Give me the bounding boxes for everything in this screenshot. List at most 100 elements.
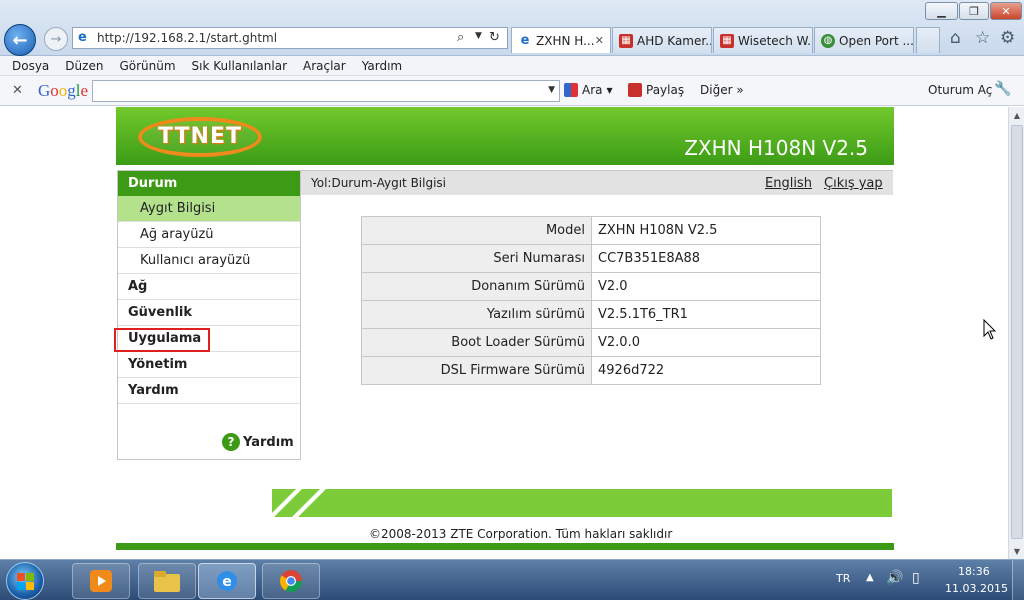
chevron-down-icon[interactable]: ▼	[475, 31, 482, 41]
windows-logo-icon	[16, 572, 34, 590]
new-tab-button[interactable]	[916, 27, 940, 53]
scroll-down-icon[interactable]: ▼	[1009, 543, 1024, 559]
tab-label: AHD Kamer...	[637, 33, 712, 48]
globe-icon: ◍	[821, 33, 835, 48]
table-row: Yazılım sürümü V2.5.1T6_TR1	[361, 300, 821, 329]
info-label: Yazılım sürümü	[361, 300, 592, 329]
sidebar-item-uygulama[interactable]: Uygulama	[118, 326, 300, 352]
tab-wisetech[interactable]: ▦ Wisetech W...	[713, 27, 813, 53]
device-title: ZXHN H108N V2.5	[684, 136, 868, 160]
share-label: Paylaş	[646, 83, 685, 97]
footer-band	[272, 489, 892, 517]
menu-yardim[interactable]: Yardım	[362, 59, 402, 73]
menu-araclar[interactable]: Araçlar	[303, 59, 346, 73]
ttnet-logo: TTNET	[138, 117, 262, 157]
volume-icon[interactable]: 🔊	[886, 570, 903, 586]
signin-button[interactable]: Oturum Aç	[928, 83, 992, 97]
info-label: Boot Loader Sürümü	[361, 328, 592, 357]
clock-time[interactable]: 18:36	[958, 565, 990, 578]
search-icon[interactable]: ⌕	[457, 30, 464, 45]
language-indicator[interactable]: TR	[836, 572, 850, 585]
clock-date[interactable]: 11.03.2015	[945, 582, 1008, 595]
explorer-button[interactable]	[138, 563, 196, 599]
google-search-button[interactable]: Ara ▼	[564, 83, 613, 97]
favorites-star-icon[interactable]: ☆	[975, 28, 990, 48]
menu-gorunum[interactable]: Görünüm	[119, 59, 175, 73]
language-link[interactable]: English	[765, 176, 812, 191]
menu-bar: Dosya Düzen Görünüm Sık Kullanılanlar Ar…	[0, 56, 1024, 76]
google-search-label: Ara	[582, 83, 603, 97]
google-toolbar: ✕ Google ▼ Ara ▼ Paylaş Diğer » Oturum A…	[0, 76, 1024, 106]
sidebar-item-guvenlik[interactable]: Güvenlik	[118, 300, 300, 326]
sidebar-item-yonetim[interactable]: Yönetim	[118, 352, 300, 378]
chevron-down-icon: ▼	[606, 85, 613, 95]
router-header: TTNET ZXHN H108N V2.5	[116, 107, 894, 165]
media-player-icon	[90, 570, 112, 592]
scrollbar-thumb[interactable]	[1011, 125, 1023, 539]
refresh-icon[interactable]: ↻	[489, 30, 500, 45]
menu-dosya[interactable]: Dosya	[12, 59, 49, 73]
info-value: ZXHN H108N V2.5	[591, 216, 821, 245]
sidebar-item-durum[interactable]: Durum	[118, 171, 300, 196]
battery-icon[interactable]: ▯	[912, 570, 920, 586]
sidebar-item-ag[interactable]: Ağ	[118, 274, 300, 300]
sidebar-subitem-kullanici-arayuzu[interactable]: Kullanıcı arayüzü	[118, 248, 300, 274]
copyright-text: ©2008-2013 ZTE Corporation. Tüm hakları …	[369, 527, 673, 541]
browser-titlebar: ▁ ❐ ✕ ← → e http://192.168.2.1/start.ght…	[0, 0, 1024, 56]
ie-page-icon: e	[520, 33, 530, 48]
minimize-button[interactable]: ▁	[925, 2, 958, 20]
page-viewport: TTNET ZXHN H108N V2.5 Durum Aygıt Bilgis…	[0, 107, 1008, 559]
help-label: Yardım	[243, 434, 294, 450]
sidebar-nav: Durum Aygıt Bilgisi Ağ arayüzü Kullanıcı…	[117, 170, 301, 460]
help-link[interactable]: ? Yardım	[222, 433, 294, 451]
internet-explorer-icon: e	[217, 571, 237, 591]
close-tab-icon[interactable]: ✕	[595, 34, 604, 47]
svg-text:e: e	[222, 574, 232, 590]
info-value: V2.0	[591, 272, 821, 301]
wrench-icon[interactable]: 🔧	[994, 81, 1011, 97]
tab-router[interactable]: e ZXHN H... ✕	[511, 27, 611, 53]
more-button[interactable]: Diğer »	[700, 83, 744, 97]
logout-link[interactable]: Çıkış yap	[824, 176, 883, 191]
vertical-scrollbar[interactable]: ▲ ▼	[1008, 107, 1024, 559]
gear-icon[interactable]: ⚙	[1000, 28, 1015, 48]
ie-taskbar-button[interactable]: e	[198, 563, 256, 599]
close-icon[interactable]: ✕	[12, 83, 23, 98]
chevron-down-icon[interactable]: ▼	[548, 85, 555, 95]
close-window-button[interactable]: ✕	[990, 2, 1022, 20]
back-arrow-icon: ←	[12, 29, 28, 51]
windows-taskbar: e TR ▲ 🔊 ▯ 18:36 11.03.2015	[0, 559, 1024, 601]
sidebar-item-yardim[interactable]: Yardım	[118, 378, 300, 404]
tray-expand-icon[interactable]: ▲	[866, 572, 874, 583]
sidebar-subitem-ag-arayuzu[interactable]: Ağ arayüzü	[118, 222, 300, 248]
table-row: Model ZXHN H108N V2.5	[361, 216, 821, 245]
help-icon: ?	[222, 433, 240, 451]
tab-open-port[interactable]: ◍ Open Port ...	[814, 27, 914, 53]
home-icon[interactable]: ⌂	[950, 28, 961, 48]
folder-icon	[154, 571, 180, 592]
maximize-button[interactable]: ❐	[959, 2, 989, 20]
tab-label: Wisetech W...	[738, 33, 813, 48]
google-search-icon	[564, 83, 578, 97]
table-row: Boot Loader Sürümü V2.0.0	[361, 328, 821, 357]
scroll-up-icon[interactable]: ▲	[1009, 107, 1024, 123]
back-button[interactable]: ←	[4, 24, 36, 56]
info-label: Model	[361, 216, 592, 245]
google-search-input[interactable]: ▼	[92, 80, 560, 102]
forward-arrow-icon: →	[50, 31, 62, 47]
mouse-cursor-icon	[983, 319, 997, 340]
forward-button[interactable]: →	[44, 27, 68, 51]
menu-duzen[interactable]: Düzen	[65, 59, 103, 73]
info-value: 4926d722	[591, 356, 821, 385]
show-desktop-button[interactable]	[1012, 560, 1024, 601]
sidebar-subitem-aygit-bilgisi[interactable]: Aygıt Bilgisi	[118, 196, 300, 222]
tab-ahd-camera[interactable]: ▦ AHD Kamer...	[612, 27, 712, 53]
start-button[interactable]	[6, 562, 44, 600]
share-button[interactable]: Paylaş	[628, 83, 684, 97]
chrome-button[interactable]	[262, 563, 320, 599]
info-label: DSL Firmware Sürümü	[361, 356, 592, 385]
menu-favorites[interactable]: Sık Kullanılanlar	[192, 59, 287, 73]
address-bar[interactable]: e http://192.168.2.1/start.ghtml ⌕ ▼ ↻	[72, 27, 508, 49]
media-player-button[interactable]	[72, 563, 130, 599]
address-url[interactable]: http://192.168.2.1/start.ghtml	[97, 31, 277, 45]
